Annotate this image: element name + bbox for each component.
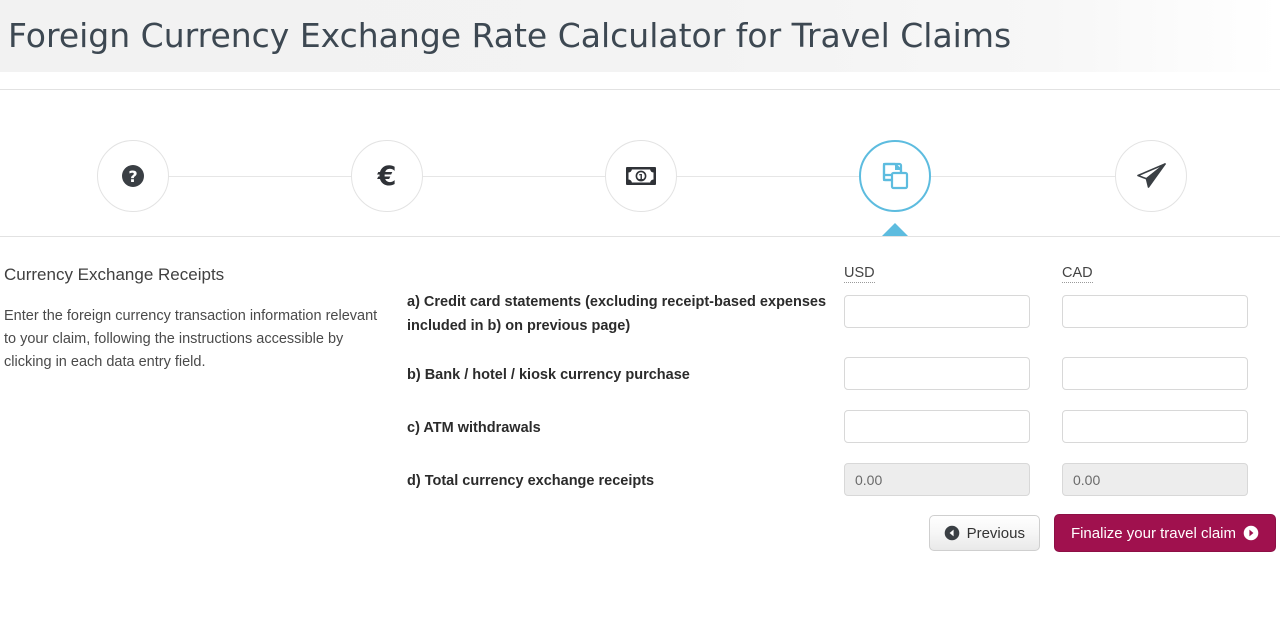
active-step-pointer: [882, 223, 908, 236]
euro-glyph: €: [377, 160, 397, 192]
row-label-b: b) Bank / hotel / kiosk currency purchas…: [407, 367, 690, 383]
paper-plane-send-icon: [1134, 161, 1168, 191]
circle-arrow-right-icon: [1243, 525, 1259, 541]
input-c-usd[interactable]: [844, 410, 1030, 443]
column-header-row: USD CAD: [407, 264, 1280, 283]
column-header-cad[interactable]: CAD: [1062, 265, 1093, 283]
receipts-form: USD CAD a) Credit card statements (exclu…: [407, 264, 1280, 552]
column-header-cad-slot: CAD: [1062, 264, 1280, 283]
row-d-cad-slot: [1062, 463, 1280, 496]
page-title: Foreign Currency Exchange Rate Calculato…: [8, 16, 1012, 55]
finalize-button-label: Finalize your travel claim: [1070, 524, 1236, 542]
stepper-bottom-divider: [0, 236, 1280, 237]
svg-text:1: 1: [638, 173, 644, 182]
input-d-usd-total: [844, 463, 1030, 496]
row-label-a: a) Credit card statements (excluding rec…: [407, 294, 827, 334]
row-a-usd-slot: [844, 295, 1062, 328]
progress-stepper: ? € 1: [0, 90, 1280, 237]
row-label-c: c) ATM withdrawals: [407, 420, 541, 436]
section-title: Currency Exchange Receipts: [4, 265, 225, 284]
row-c-cad-slot: [1062, 410, 1280, 443]
left-description-column: Currency Exchange Receipts Enter the for…: [0, 264, 407, 552]
section-description: Enter the foreign currency transaction i…: [4, 308, 378, 370]
previous-button-label: Previous: [966, 524, 1025, 542]
row-b-usd-slot: [844, 357, 1062, 390]
svg-text:?: ?: [128, 167, 137, 186]
row-c-usd-slot: [844, 410, 1062, 443]
form-row-a: a) Credit card statements (excluding rec…: [407, 290, 1280, 338]
form-row-c: c) ATM withdrawals: [407, 410, 1280, 443]
row-a-cad-slot: [1062, 295, 1280, 328]
page-header: Foreign Currency Exchange Rate Calculato…: [0, 0, 1280, 72]
input-a-usd[interactable]: [844, 295, 1030, 328]
input-b-usd[interactable]: [844, 357, 1030, 390]
euro-currency-icon: €: [378, 163, 397, 190]
input-a-cad[interactable]: [1062, 295, 1248, 328]
circle-arrow-left-icon: [944, 525, 960, 541]
column-header-usd-slot: USD: [844, 264, 1062, 283]
form-row-b: b) Bank / hotel / kiosk currency purchas…: [407, 357, 1280, 390]
finalize-travel-claim-button[interactable]: Finalize your travel claim: [1053, 514, 1276, 552]
input-c-cad[interactable]: [1062, 410, 1248, 443]
banknote-money-icon: 1: [625, 164, 657, 188]
copy-documents-icon: [878, 159, 912, 193]
stepper-step-2[interactable]: €: [351, 140, 423, 212]
stepper-step-3[interactable]: 1: [605, 140, 677, 212]
input-d-cad-total: [1062, 463, 1248, 496]
row-b-cad-slot: [1062, 357, 1280, 390]
stepper-step-5[interactable]: [1115, 140, 1187, 212]
stepper-track: ? € 1: [0, 90, 1280, 236]
row-d-usd-slot: [844, 463, 1062, 496]
input-b-cad[interactable]: [1062, 357, 1248, 390]
column-header-usd[interactable]: USD: [844, 265, 875, 283]
main-content: Currency Exchange Receipts Enter the for…: [0, 236, 1280, 552]
row-label-d: d) Total currency exchange receipts: [407, 473, 655, 489]
form-row-d-total: d) Total currency exchange receipts: [407, 463, 1280, 496]
previous-button[interactable]: Previous: [928, 515, 1040, 551]
stepper-step-1[interactable]: ?: [97, 140, 169, 212]
stepper-step-4-active[interactable]: [859, 140, 931, 212]
form-actions: Previous Finalize your travel claim: [407, 514, 1280, 552]
question-mark-circle-icon: ?: [119, 162, 147, 190]
